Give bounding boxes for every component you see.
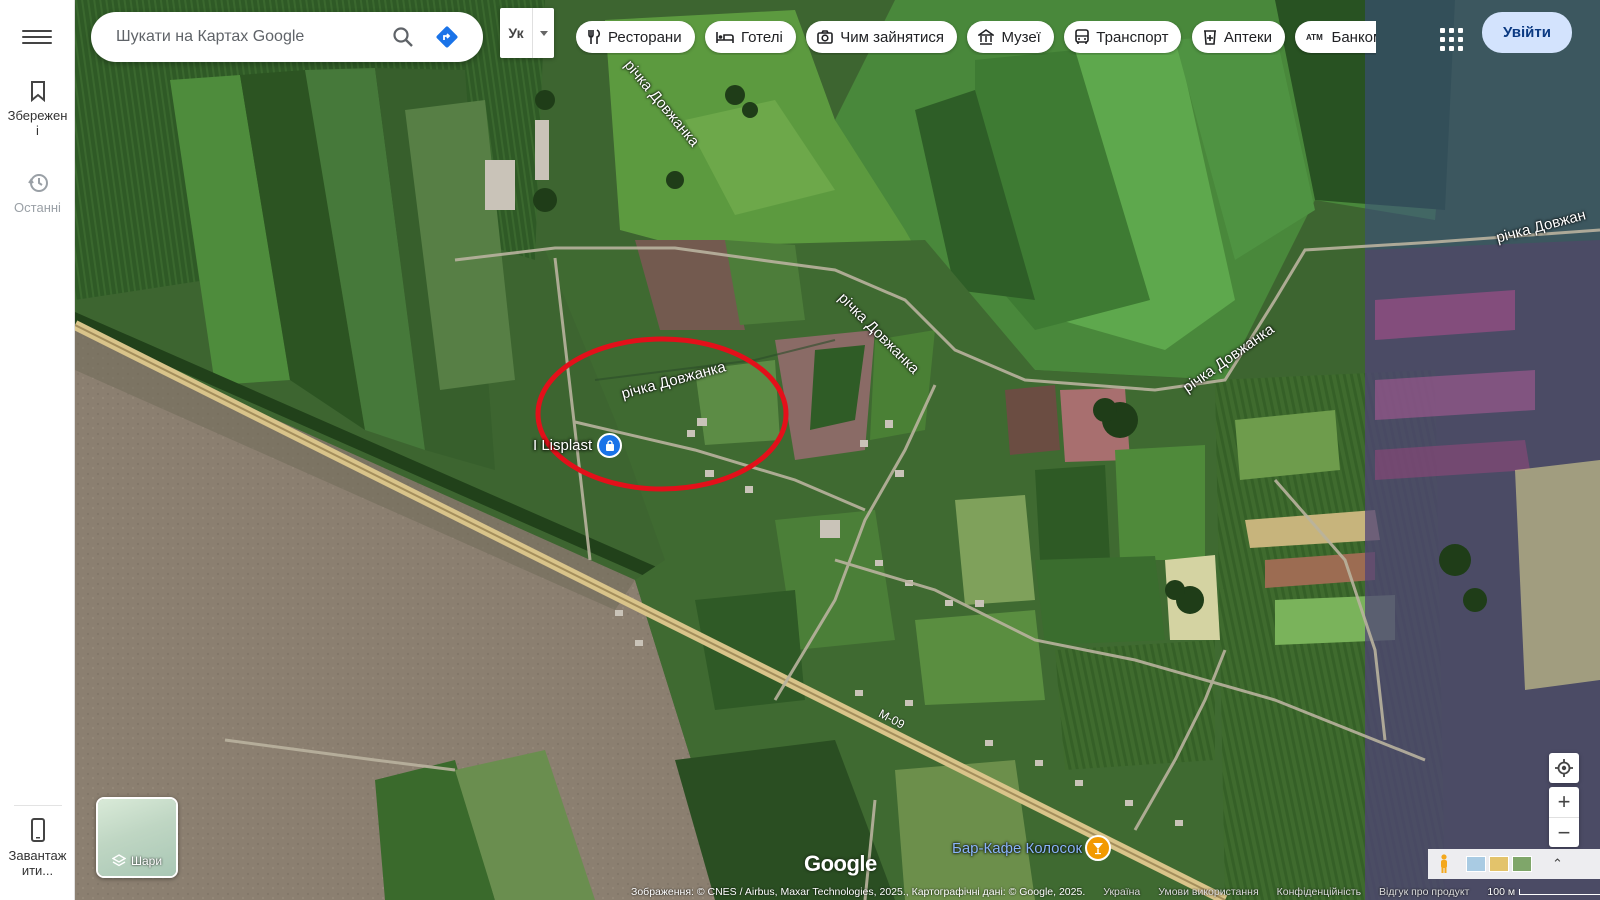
input-language-value: Ук [508, 25, 524, 41]
traffic-tile[interactable] [1489, 856, 1509, 872]
feedback-link[interactable]: Відгук про продукт [1379, 886, 1469, 898]
camera-icon [817, 30, 834, 44]
pharmacy-icon [1203, 30, 1216, 45]
chip-pharmacies[interactable]: Аптеки [1191, 21, 1286, 53]
plus-icon: + [1557, 789, 1571, 814]
fork-knife-icon [588, 29, 601, 44]
layers-button[interactable]: Шари [96, 797, 178, 878]
input-language-toggle[interactable]: Ук [500, 8, 554, 58]
chip-label: Ресторани [608, 28, 682, 46]
search-box [91, 12, 483, 62]
rail-divider [14, 805, 62, 806]
expand-button[interactable]: ⌃ [1552, 856, 1563, 872]
search-icon [393, 27, 413, 47]
directions-icon [436, 26, 458, 48]
rail-saved[interactable]: Збережен і [0, 80, 75, 138]
apps-grid-icon [1458, 28, 1463, 33]
chip-label: Музеї [1001, 28, 1041, 46]
my-location-button[interactable] [1549, 753, 1579, 783]
terrain-tile[interactable] [1466, 856, 1486, 872]
layers-label: Шари [130, 854, 163, 868]
hamburger-icon-line [22, 36, 52, 38]
chevron-up-icon: ⌃ [1552, 856, 1563, 871]
hamburger-icon [22, 30, 52, 32]
google-wordmark: Google [804, 851, 877, 876]
apps-grid-icon [1440, 28, 1445, 33]
input-language-dropdown[interactable] [532, 8, 554, 58]
place-label[interactable]: I Lisplast [533, 437, 592, 454]
sign-in-button[interactable]: Увійти [1482, 12, 1572, 53]
bed-icon [716, 32, 734, 43]
search-input[interactable] [116, 28, 381, 46]
directions-button[interactable] [425, 15, 469, 59]
chip-atms[interactable]: ATM Банкомати [1295, 21, 1376, 53]
map-footer: Зображення: © CNES / Airbus, Maxar Techn… [631, 884, 1600, 900]
chip-label: Чим зайнятися [840, 28, 944, 46]
google-apps-button[interactable] [1434, 22, 1464, 52]
left-rail: Збережен і Останні Завантаж ити... [0, 0, 75, 900]
layers-icon [111, 854, 126, 867]
apps-grid-icon [1458, 37, 1463, 42]
satellite-map[interactable]: річка Довжанка річка Довжанка річка Довж… [75, 0, 1600, 900]
search-button[interactable] [381, 15, 425, 59]
rail-recent[interactable]: Останні [0, 172, 75, 215]
map-bottom-strip: ⌃ [1428, 849, 1600, 879]
hamburger-icon-line [22, 42, 52, 44]
category-chips: Ресторани Готелі Чим зайнятися Музеї Тра… [576, 21, 1376, 55]
zoom-in-button[interactable]: + [1549, 787, 1579, 817]
bookmark-icon [30, 81, 45, 102]
apps-grid-icon [1458, 46, 1463, 51]
svg-text:ATM: ATM [1306, 33, 1323, 42]
chip-label: Аптеки [1223, 28, 1273, 46]
museum-icon [978, 29, 995, 45]
minus-icon: − [1557, 819, 1571, 845]
rail-download-app[interactable]: Завантаж ити... [0, 818, 75, 878]
apps-grid-icon [1449, 46, 1454, 51]
zoom-controls: + − [1549, 787, 1579, 847]
map-type-tiles[interactable] [1466, 856, 1532, 872]
bus-icon [1075, 29, 1090, 44]
rail-recent-label: Останні [14, 200, 61, 215]
attribution-text: Зображення: © CNES / Airbus, Maxar Techn… [631, 886, 1086, 898]
phone-icon [30, 818, 45, 842]
bar-cafe-label[interactable]: Бар-Кафе Колосок [952, 840, 1082, 857]
chip-label: Транспорт [1096, 28, 1169, 46]
place-pin[interactable] [597, 433, 622, 458]
rail-download-label: Завантаж ити... [8, 848, 67, 878]
chip-museums[interactable]: Музеї [967, 21, 1054, 53]
apps-grid-icon [1449, 28, 1454, 33]
country-link[interactable]: Україна [1103, 886, 1140, 898]
chip-restaurants[interactable]: Ресторани [576, 21, 695, 53]
crosshair-icon [1555, 759, 1573, 777]
satellite-tile[interactable] [1512, 856, 1532, 872]
chip-label: Готелі [741, 28, 783, 46]
zoom-out-button[interactable]: − [1549, 817, 1579, 847]
menu-button[interactable] [22, 26, 52, 48]
history-icon [27, 174, 48, 192]
caret-down-icon [539, 30, 548, 36]
pegman-button[interactable] [1428, 854, 1460, 874]
layers-caption: Шари [98, 854, 176, 868]
chip-hotels[interactable]: Готелі [705, 21, 796, 53]
cocktail-icon [1093, 843, 1103, 855]
scale-label: 100 м [1487, 886, 1516, 898]
satellite-imagery [75, 0, 1600, 900]
scale-ruler [1519, 889, 1600, 895]
maps-app: річка Довжанка річка Довжанка річка Довж… [0, 0, 1600, 900]
chip-things-to-do[interactable]: Чим зайнятися [806, 21, 957, 53]
chip-transit[interactable]: Транспорт [1064, 21, 1182, 53]
terms-link[interactable]: Умови використання [1158, 886, 1258, 898]
shopping-bag-icon [605, 439, 614, 451]
rail-saved-label: Збережен і [7, 108, 68, 138]
layers-thumbnail: Шари [98, 799, 176, 876]
apps-grid-icon [1449, 37, 1454, 42]
privacy-link[interactable]: Конфіденційність [1277, 886, 1361, 898]
pegman-icon [1441, 854, 1447, 873]
scale-bar[interactable]: 100 м [1487, 886, 1600, 898]
apps-grid-icon [1440, 37, 1445, 42]
apps-grid-icon [1440, 46, 1445, 51]
bar-cafe-pin[interactable] [1085, 835, 1111, 861]
chip-label: Банкомати [1331, 28, 1376, 46]
atm-icon: ATM [1306, 33, 1323, 42]
